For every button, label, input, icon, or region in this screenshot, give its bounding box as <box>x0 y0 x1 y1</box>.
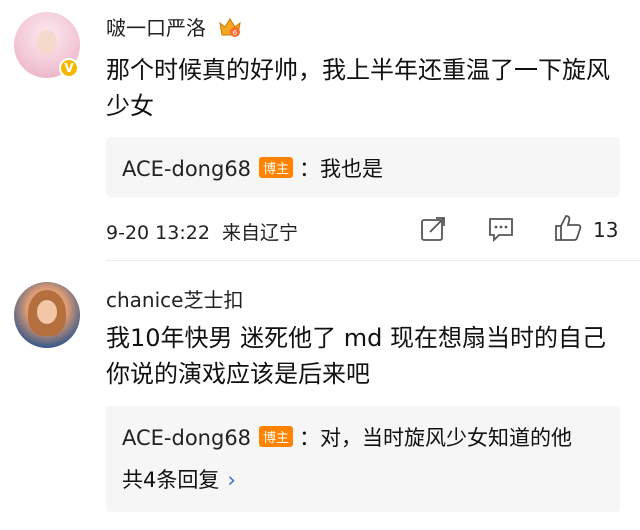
verified-v-icon: V <box>59 58 79 78</box>
reply-author[interactable]: ACE-dong68 <box>122 157 251 181</box>
username-text: chanice芝士扣 <box>106 288 244 312</box>
username[interactable]: chanice芝士扣 <box>106 284 243 313</box>
more-replies-link[interactable]: 共4条回复 › <box>122 464 236 494</box>
username-text: 啵一口严洛 <box>106 16 206 40</box>
comment-text: 那个时候真的好帅，我上半年还重温了一下旋风少女 <box>106 56 610 120</box>
comment-item: chanice芝士扣 我10年快男 迷死他了 md 现在想扇当时的自己 你说的演… <box>0 260 640 530</box>
more-replies-text: 共4条回复 <box>122 468 220 492</box>
comment-item: V 啵一口严洛 6 那个时候真的好帅，我上半年还重温了一下旋风少女 ACE-do… <box>0 0 640 260</box>
timestamp: 9-20 13:22 <box>106 222 210 244</box>
reply-box[interactable]: ACE-dong68 博主 ：对，当时旋风少女知道的他 共4条回复 › <box>106 406 620 512</box>
avatar-face <box>37 30 57 54</box>
thumbs-up-icon[interactable] <box>553 213 583 243</box>
reply-author[interactable]: ACE-dong68 <box>122 426 251 450</box>
reply-text: ：对，当时旋风少女知道的他 <box>299 426 573 450</box>
like-count: 13 <box>593 218 619 242</box>
avatar[interactable] <box>14 282 80 348</box>
svg-text:6: 6 <box>233 29 238 37</box>
location: 来自辽宁 <box>221 222 298 244</box>
chevron-right-icon: › <box>227 468 236 492</box>
comment-text: 我10年快男 迷死他了 md 现在想扇当时的自己 你说的演戏应该是后来吧 <box>106 324 607 388</box>
username[interactable]: 啵一口严洛 6 <box>106 12 242 41</box>
reply-line: ACE-dong68 博主 ：我也是 <box>122 153 383 183</box>
comment-meta: 9-20 13:22 来自辽宁 <box>106 218 298 245</box>
comment-icon[interactable] <box>486 214 516 244</box>
avatar-face <box>37 300 57 324</box>
share-icon[interactable] <box>418 214 448 244</box>
author-badge: 博主 <box>259 157 294 178</box>
reply-line: ACE-dong68 博主 ：对，当时旋风少女知道的他 <box>122 422 572 452</box>
reply-text: ：我也是 <box>299 157 384 181</box>
reply-box[interactable]: ACE-dong68 博主 ：我也是 <box>106 137 620 197</box>
crown-badge-icon: 6 <box>219 18 242 37</box>
author-badge: 博主 <box>259 426 294 447</box>
